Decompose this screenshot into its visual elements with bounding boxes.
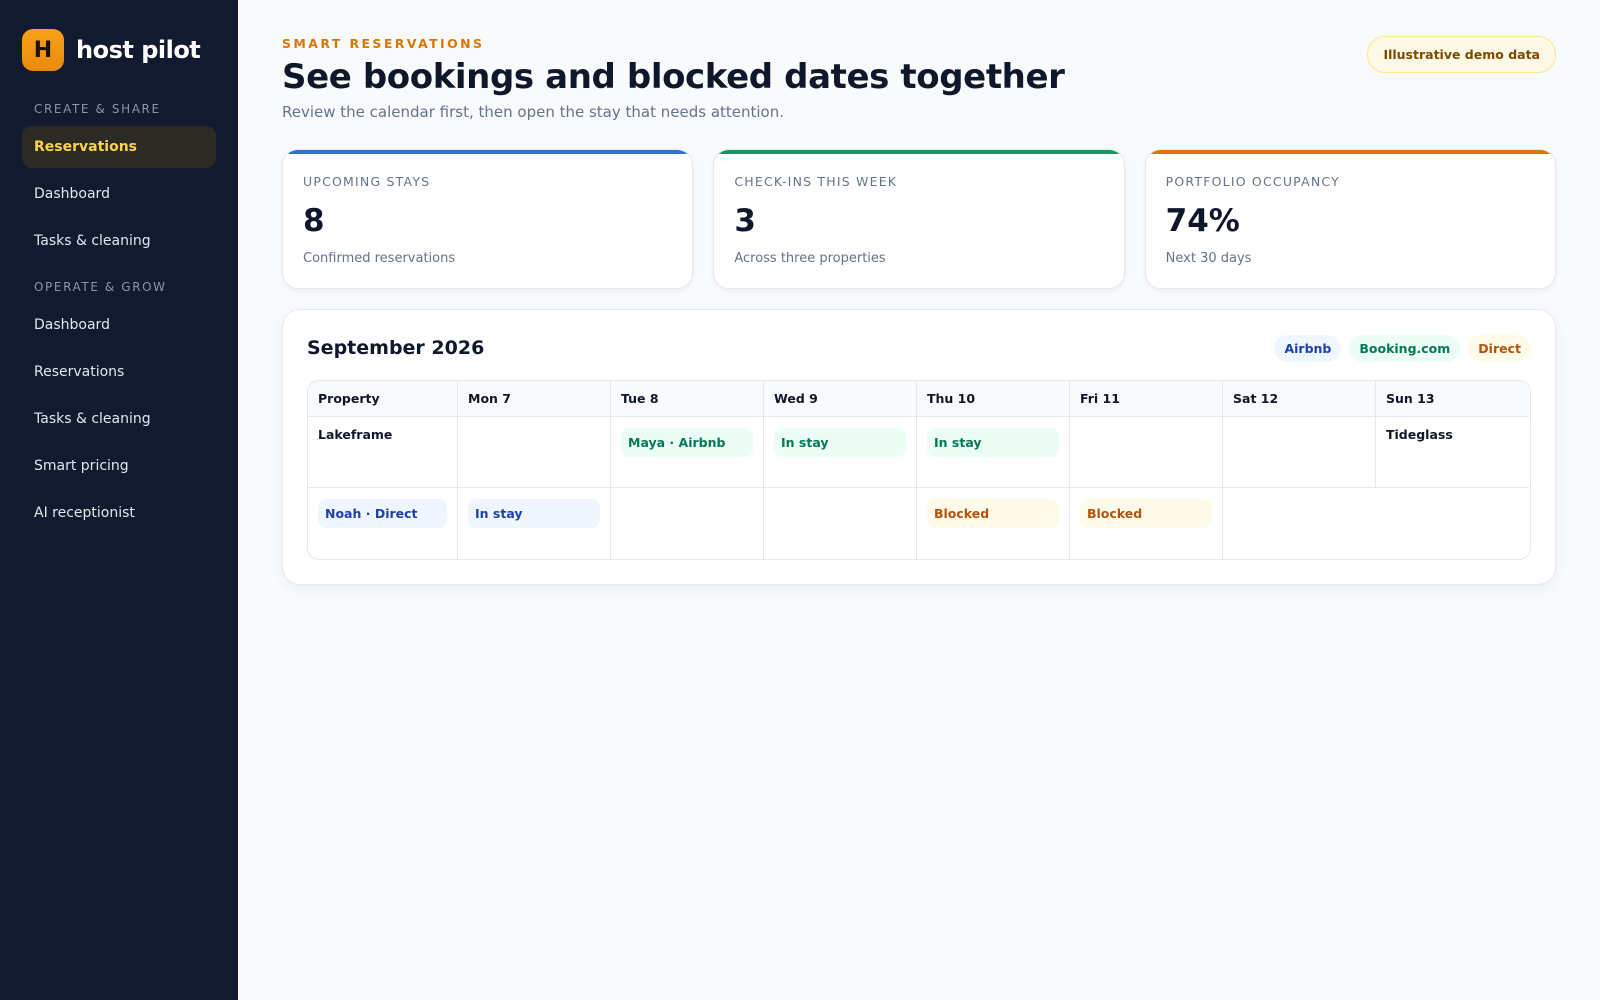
sidebar-item-tasks-cleaning[interactable]: Tasks & cleaning (22, 220, 216, 262)
column-header-day: Tue 8 (611, 381, 764, 417)
stat-caption: Across three properties (734, 251, 886, 266)
nav-heading: OPERATE & GROW (34, 280, 167, 294)
nav-section-create-share: CREATE & SHARE Reservations Dashboard Ta… (22, 102, 216, 262)
channel-legend: Airbnb Booking.com Direct (1274, 334, 1531, 362)
day-cell[interactable] (764, 488, 917, 559)
stats-row: UPCOMING STAYS 8 Confirmed reservations … (282, 149, 1556, 289)
nav-section-operate-grow: OPERATE & GROW Dashboard Reservations Ta… (22, 280, 216, 534)
day-cell[interactable] (611, 488, 764, 559)
in-stay-pill[interactable]: In stay (468, 499, 600, 528)
calendar-title: September 2026 (307, 337, 485, 359)
day-cell[interactable]: In stay (917, 417, 1070, 488)
stat-card-check-ins[interactable]: CHECK-INS THIS WEEK 3 Across three prope… (713, 149, 1125, 289)
day-cell[interactable]: Blocked (917, 488, 1070, 559)
eyebrow-label: SMART RESERVATIONS (282, 36, 485, 51)
stat-label: CHECK-INS THIS WEEK (734, 174, 898, 189)
main-content: SMART RESERVATIONS See bookings and bloc… (238, 0, 1600, 1000)
legend-chip-direct[interactable]: Direct (1468, 334, 1531, 362)
stat-label: PORTFOLIO OCCUPANCY (1165, 174, 1340, 189)
column-header-day: Mon 7 (458, 381, 611, 417)
brand[interactable]: H host pilot (22, 28, 216, 72)
stat-caption: Confirmed reservations (303, 251, 456, 266)
calendar-grid: Property Mon 7 Tue 8 Wed 9 Thu 10 Fri 11… (307, 380, 1531, 560)
day-cell[interactable]: In stay (764, 417, 917, 488)
nav-heading: CREATE & SHARE (34, 102, 161, 116)
column-header-day: Sun 13 (1376, 381, 1529, 417)
stat-caption: Next 30 days (1165, 251, 1252, 266)
booking-pill[interactable]: Maya · Airbnb (621, 428, 753, 457)
column-header-day: Fri 11 (1070, 381, 1223, 417)
sidebar-item-dashboard[interactable]: Dashboard (22, 173, 216, 215)
day-cell[interactable] (1070, 417, 1223, 488)
sidebar-item-reservations[interactable]: Reservations (22, 351, 216, 393)
in-stay-pill[interactable]: In stay (774, 428, 906, 457)
legend-chip-airbnb[interactable]: Airbnb (1274, 334, 1342, 362)
stat-value: 74% (1165, 203, 1240, 239)
stat-value: 8 (303, 203, 325, 239)
booking-pill[interactable]: Noah · Direct (318, 499, 447, 528)
day-cell[interactable] (458, 417, 611, 488)
sidebar-item-smart-pricing[interactable]: Smart pricing (22, 445, 216, 487)
stat-label: UPCOMING STAYS (303, 174, 431, 189)
sidebar-item-ai-receptionist[interactable]: AI receptionist (22, 492, 216, 534)
calendar-card: September 2026 Airbnb Booking.com Direct… (282, 309, 1556, 585)
property-cell: Noah · Direct (308, 488, 458, 559)
legend-chip-booking[interactable]: Booking.com (1349, 334, 1461, 362)
column-header-day: Sat 12 (1223, 381, 1376, 417)
column-header-day: Wed 9 (764, 381, 917, 417)
column-header-property: Property (308, 381, 458, 417)
stat-value: 3 (734, 203, 756, 239)
day-cell[interactable] (1223, 417, 1376, 488)
blocked-pill[interactable]: Blocked (927, 499, 1059, 528)
logo-icon: H (22, 29, 64, 71)
brand-name: host pilot (76, 36, 201, 64)
stat-card-occupancy[interactable]: PORTFOLIO OCCUPANCY 74% Next 30 days (1144, 149, 1556, 289)
page-subtitle: Review the calendar first, then open the… (282, 103, 785, 121)
blocked-pill[interactable]: Blocked (1080, 499, 1212, 528)
stat-card-upcoming-stays[interactable]: UPCOMING STAYS 8 Confirmed reservations (282, 149, 694, 289)
day-cell[interactable]: Blocked (1070, 488, 1223, 559)
demo-data-badge: Illustrative demo data (1367, 36, 1556, 73)
calendar-header: September 2026 Airbnb Booking.com Direct (307, 334, 1531, 362)
property-name: Lakeframe (318, 427, 393, 442)
sidebar-item-tasks-cleaning[interactable]: Tasks & cleaning (22, 398, 216, 440)
page-title: See bookings and blocked dates together (282, 57, 1065, 97)
sidebar-item-reservations[interactable]: Reservations (22, 126, 216, 168)
property-name: Tideglass (1386, 427, 1453, 442)
day-cell[interactable]: Tideglass (1376, 417, 1529, 488)
day-cell[interactable]: Maya · Airbnb (611, 417, 764, 488)
empty-cell (1223, 488, 1529, 559)
sidebar: H host pilot CREATE & SHARE Reservations… (0, 0, 238, 1000)
sidebar-item-dashboard[interactable]: Dashboard (22, 304, 216, 346)
column-header-day: Thu 10 (917, 381, 1070, 417)
property-cell: Lakeframe (308, 417, 458, 488)
in-stay-pill[interactable]: In stay (927, 428, 1059, 457)
day-cell[interactable]: In stay (458, 488, 611, 559)
